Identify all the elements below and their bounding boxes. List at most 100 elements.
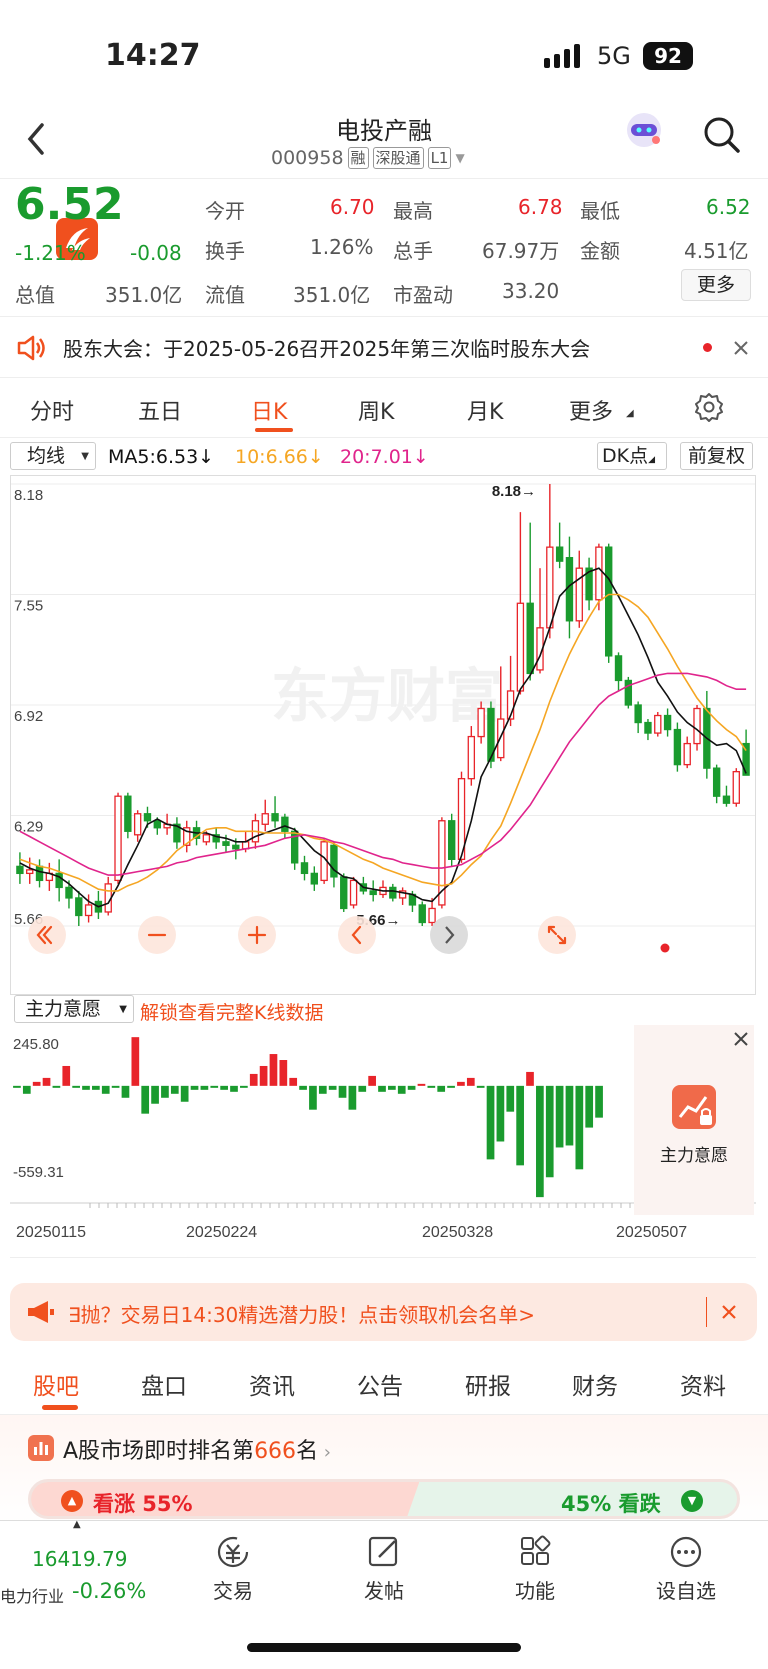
unlock-link[interactable]: 解锁查看完整K线数据 bbox=[140, 998, 323, 1025]
watchlist-button[interactable]: 设自选 bbox=[641, 1535, 731, 1604]
tab-daily-k[interactable]: 日K bbox=[251, 394, 287, 426]
tab-research[interactable]: 研报 bbox=[465, 1367, 511, 1401]
tab-intraday[interactable]: 分时 bbox=[30, 394, 74, 426]
outflow-bar bbox=[328, 1085, 337, 1090]
inflow-bar bbox=[526, 1071, 534, 1086]
stock-code: 000958 bbox=[271, 147, 344, 169]
candle-down bbox=[712, 767, 721, 797]
tab-five-day[interactable]: 五日 bbox=[138, 394, 182, 426]
quote-value: 4.51亿 bbox=[684, 239, 749, 263]
gear-icon[interactable] bbox=[694, 392, 724, 422]
quote-value: 6.78 bbox=[518, 195, 563, 219]
adjust-button[interactable]: 前复权 bbox=[680, 442, 753, 470]
kline-chart[interactable]: 8.18 7.55 6.92 6.29 5.66 东方财富 8.18→ 5.66→ bbox=[10, 475, 756, 995]
tab-weekly-k[interactable]: 周K bbox=[358, 394, 394, 426]
outflow-bar bbox=[121, 1085, 130, 1098]
trade-button[interactable]: 交易 bbox=[188, 1535, 278, 1604]
chart-tabs: 分时 五日 日K 周K 月K 更多 ◢ bbox=[0, 378, 768, 438]
trade-icon bbox=[217, 1536, 249, 1568]
unread-dot bbox=[703, 343, 712, 352]
candle-down bbox=[300, 862, 309, 875]
inflow-bar bbox=[259, 1065, 268, 1086]
ma5-line bbox=[19, 567, 747, 908]
tab-profile[interactable]: 资料 bbox=[680, 1367, 726, 1401]
quote-label: 市盈动 bbox=[393, 283, 453, 307]
promo-text: ∃抛？交易日14:30精选潜力股！点击领取机会名单> bbox=[68, 1303, 536, 1327]
quote-label: 今开 bbox=[205, 199, 245, 223]
outflow-bar bbox=[82, 1085, 90, 1090]
ma-selector[interactable]: 均线 ▼ bbox=[10, 442, 96, 470]
more-dots-icon bbox=[670, 1536, 702, 1568]
outflow-bar bbox=[111, 1085, 120, 1088]
indicator-selector[interactable]: 主力意愿 ▼ bbox=[14, 995, 134, 1023]
trade-label: 交易 bbox=[213, 1579, 253, 1603]
notice-bar[interactable]: 股东大会：于2025-05-26召开2025年第三次临时股东大会 bbox=[0, 316, 768, 378]
ai-assistant-icon[interactable] bbox=[623, 109, 665, 151]
bullish-label: 看涨 55% bbox=[93, 1492, 193, 1516]
candle-down bbox=[124, 795, 132, 832]
outflow-bar bbox=[476, 1085, 485, 1088]
indicator-selector-label: 主力意愿 bbox=[25, 998, 102, 1020]
close-icon[interactable] bbox=[733, 1031, 749, 1047]
change-amount: -0.08 bbox=[130, 241, 182, 265]
close-icon[interactable] bbox=[720, 1303, 738, 1321]
candle-down bbox=[673, 728, 682, 766]
down-arrow-icon: ▼ bbox=[681, 1490, 703, 1512]
locked-indicator-label: 主力意愿 bbox=[660, 1146, 728, 1166]
expand-icon[interactable]: ▲ bbox=[73, 1519, 81, 1530]
tab-news[interactable]: 资讯 bbox=[249, 1367, 295, 1401]
candle-up bbox=[693, 707, 701, 745]
more-button[interactable]: 更多 bbox=[681, 269, 751, 301]
candle-up bbox=[575, 567, 583, 622]
x-tick-label: 20250115 bbox=[16, 1224, 86, 1241]
tab-announcements[interactable]: 公告 bbox=[357, 1367, 403, 1401]
outflow-bar bbox=[92, 1085, 100, 1090]
index-value[interactable]: 16419.79 bbox=[32, 1547, 127, 1571]
up-arrow-icon: ▲ bbox=[61, 1490, 83, 1512]
quote-value: 6.52 bbox=[706, 195, 751, 219]
tag-margin: 融 bbox=[347, 147, 369, 169]
fullscreen-control bbox=[538, 916, 576, 954]
outflow-bar bbox=[220, 1085, 228, 1090]
x-tick-label: 20250507 bbox=[616, 1224, 687, 1241]
tab-forum[interactable]: 股吧 bbox=[33, 1367, 79, 1401]
sentiment-bar[interactable]: ▲ 看涨 55% 45% 看跌 ▼ bbox=[28, 1479, 740, 1519]
promo-banner[interactable]: ∃抛？交易日14:30精选潜力股！点击领取机会名单> bbox=[10, 1283, 757, 1341]
outflow-bar bbox=[101, 1085, 110, 1094]
stock-code-row[interactable]: 000958 融 深股通 L1 ▼ bbox=[271, 147, 465, 169]
tab-more[interactable]: 更多 bbox=[569, 394, 613, 426]
outflow-bar bbox=[496, 1085, 505, 1142]
outflow-bar bbox=[72, 1085, 80, 1088]
tag-connect: 深股通 bbox=[372, 147, 424, 169]
outflow-bar bbox=[585, 1085, 594, 1128]
inflow-bar bbox=[131, 1037, 140, 1086]
tab-finance[interactable]: 财务 bbox=[572, 1367, 618, 1401]
outflow-bar bbox=[536, 1085, 544, 1198]
locked-indicator-card[interactable]: 主力意愿 bbox=[634, 1025, 754, 1215]
outflow-bar bbox=[555, 1085, 564, 1148]
outflow-bar bbox=[318, 1085, 327, 1094]
tab-orderbook[interactable]: 盘口 bbox=[141, 1367, 187, 1401]
market-rank[interactable]: A股市场即时排名第666名 › ▲ 看涨 55% 45% 看跌 ▼ bbox=[0, 1415, 768, 1525]
function-button[interactable]: 功能 bbox=[490, 1535, 580, 1604]
search-icon[interactable] bbox=[702, 115, 742, 155]
caret-down-icon: ▼ bbox=[455, 151, 465, 165]
lock-chart-icon bbox=[672, 1085, 716, 1129]
outflow-bar bbox=[358, 1085, 367, 1092]
quote-value: 1.26% bbox=[310, 235, 374, 259]
dk-button[interactable]: DK点◢ bbox=[597, 442, 667, 470]
ma10-legend: 10:6.66↓ bbox=[235, 446, 324, 468]
candle-down bbox=[75, 897, 83, 917]
outflow-bar bbox=[240, 1085, 248, 1088]
close-icon[interactable] bbox=[732, 339, 750, 357]
candle-down bbox=[565, 557, 574, 622]
ma20-legend: 20:7.01↓ bbox=[340, 446, 429, 468]
inflow-bar bbox=[289, 1077, 298, 1086]
inflow-bar bbox=[32, 1081, 41, 1086]
tab-monthly-k[interactable]: 月K bbox=[467, 394, 503, 426]
candle-down bbox=[35, 865, 44, 882]
dropdown-icon: ▼ bbox=[119, 1004, 127, 1015]
candle-up bbox=[467, 735, 476, 780]
industry-name: 电力行业 bbox=[0, 1587, 65, 1606]
post-button[interactable]: 发帖 bbox=[339, 1535, 429, 1604]
